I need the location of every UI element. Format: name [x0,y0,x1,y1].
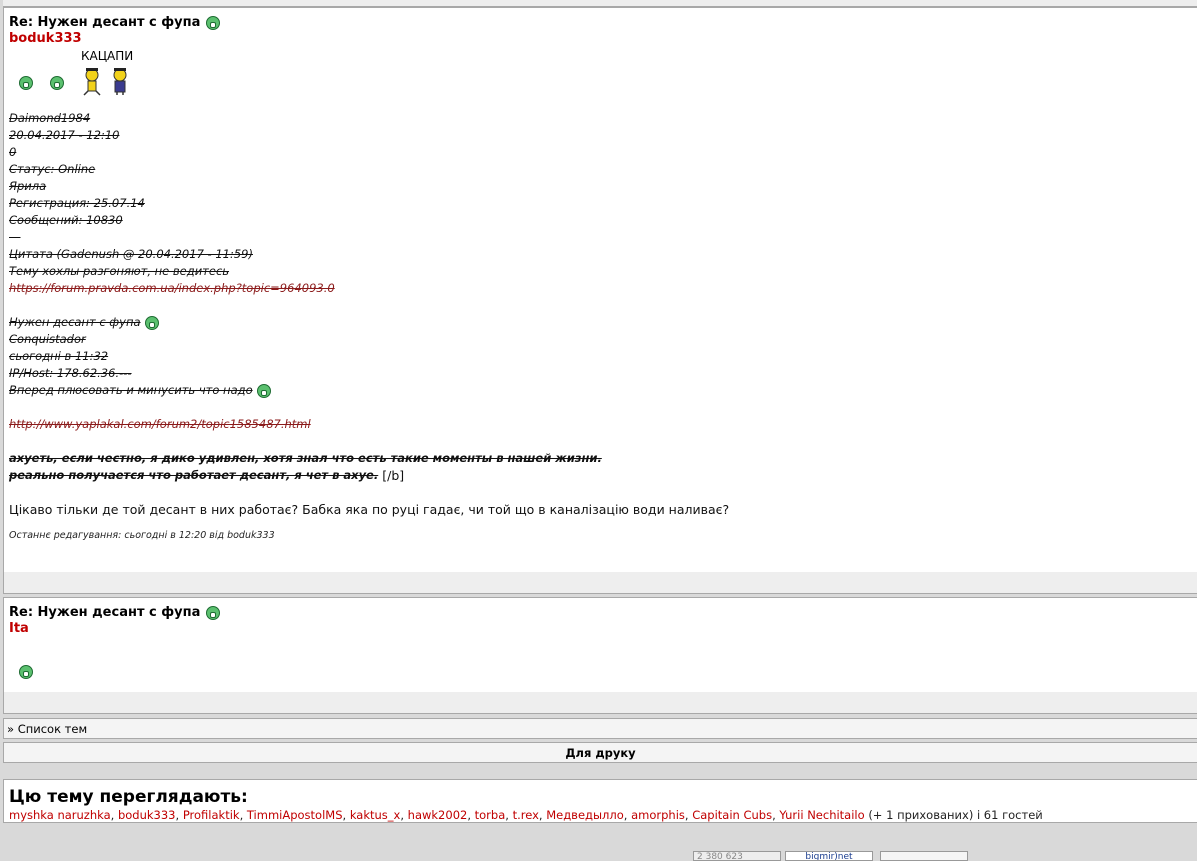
smiley-icon [206,16,221,30]
smiley-icon [19,76,33,90]
post-footer-bar [4,572,1197,593]
bold-quote-line: реально получается что работает десант, … [9,468,405,483]
viewer-user[interactable]: TimmiApostolMS [247,808,343,822]
quote-link[interactable]: https://forum.pravda.com.ua/index.php?to… [9,280,1197,297]
viewer-user[interactable]: hawk2002 [408,808,468,822]
bbcode-tail: [/b] [382,468,405,483]
smiley-icon [256,383,271,398]
viewers-title: Цю тему переглядають: [9,787,248,807]
post-footer-bar [4,692,1197,713]
viewer-user[interactable]: boduk333 [118,808,176,822]
counter-badge-2[interactable] [880,851,968,861]
viewer-user[interactable]: Profilaktik [183,808,240,822]
quote-line: Ярила [9,179,47,193]
counter-badge[interactable]: 2 380 623 [693,851,781,861]
viewer-user[interactable]: Медведылло [546,808,624,822]
viewer-user[interactable]: torba [475,808,506,822]
inner-quote-link[interactable]: http://www.yaplakal.com/forum2/topic1585… [9,416,1197,433]
kacapi-label: КАЦАПИ [81,49,134,63]
quote-line: сьогодні в 11:32 [9,349,109,363]
post-title: Re: Нужен десант с фупа [9,605,1197,621]
dancing-figure-icon [113,68,127,95]
quote-line: Conquistador [9,332,86,346]
post-comment: Цікаво тільки де той десант в них работа… [9,502,730,517]
hidden-guests-note: (+ 1 прихованих) і 61 гостей [868,808,1043,822]
viewer-user[interactable]: t.rex [513,808,539,822]
viewer-user[interactable]: kaktus_x [350,808,401,822]
quote-line: Статус: Online [9,162,96,176]
topic-list-link[interactable]: » Список тем [7,722,87,736]
bigmir-badge[interactable]: bigmir)net [785,851,873,861]
post-title: Re: Нужен десант с фупа [9,15,1197,31]
top-strip [3,0,1197,7]
viewer-user[interactable]: amorphis [631,808,685,822]
post-1: Re: Нужен десант с фупа boduk333 КАЦАПИ [3,7,1197,594]
edit-note: Останнє редагування: сьогодні в 12:20 ві… [9,530,275,541]
bold-quote-line: ахуеть, если честно, я дико удивлен, хот… [9,451,602,465]
print-bar: Для друку [3,742,1197,763]
viewers-panel: Цю тему переглядають: myshka naruzhka, b… [3,779,1197,823]
quote-line: IP/Host: 178.62.36.--- [9,366,132,380]
post-author[interactable]: boduk333 [9,31,1197,47]
signature-smileys: КАЦАПИ [9,47,1197,99]
topic-list-bar: » Список тем [3,718,1197,739]
quote-line: Daimond1984 [9,111,91,125]
quote-line: Сообщений: 10830 [9,213,123,227]
smiley-icon [206,606,221,620]
viewers-list: myshka naruzhka, boduk333, Profilaktik, … [9,808,1043,822]
inner-quote-title: Нужен десант с фупа [9,314,1197,331]
viewer-user[interactable]: Yurii Nechitailo [779,808,864,822]
quote-line: 0 [9,145,17,159]
viewer-user[interactable]: Capitain Cubs [692,808,772,822]
quote-line: Регистрация: 25.07.14 [9,196,145,210]
post-2: Re: Нужен десант с фупа Ita [3,597,1197,714]
quote-line: Цитата (Gadenush @ 20.04.2017 - 11:59) [9,247,253,261]
smiley-icon [50,76,64,90]
dancing-figure-icon [83,68,101,96]
quote-line: Тему хохлы разгоняют, не ведитесь [9,264,230,278]
viewer-user[interactable]: myshka naruzhka [9,808,111,822]
smiley-icon [19,665,33,679]
post-author[interactable]: Ita [9,621,1197,637]
quote-line: — [9,230,21,244]
quote-line: 20.04.2017 - 12:10 [9,128,120,142]
print-link[interactable]: Для друку [565,746,635,760]
quote-line: Вперед плюсовать и минусить что надо [9,382,1197,399]
smiley-icon [144,315,159,330]
